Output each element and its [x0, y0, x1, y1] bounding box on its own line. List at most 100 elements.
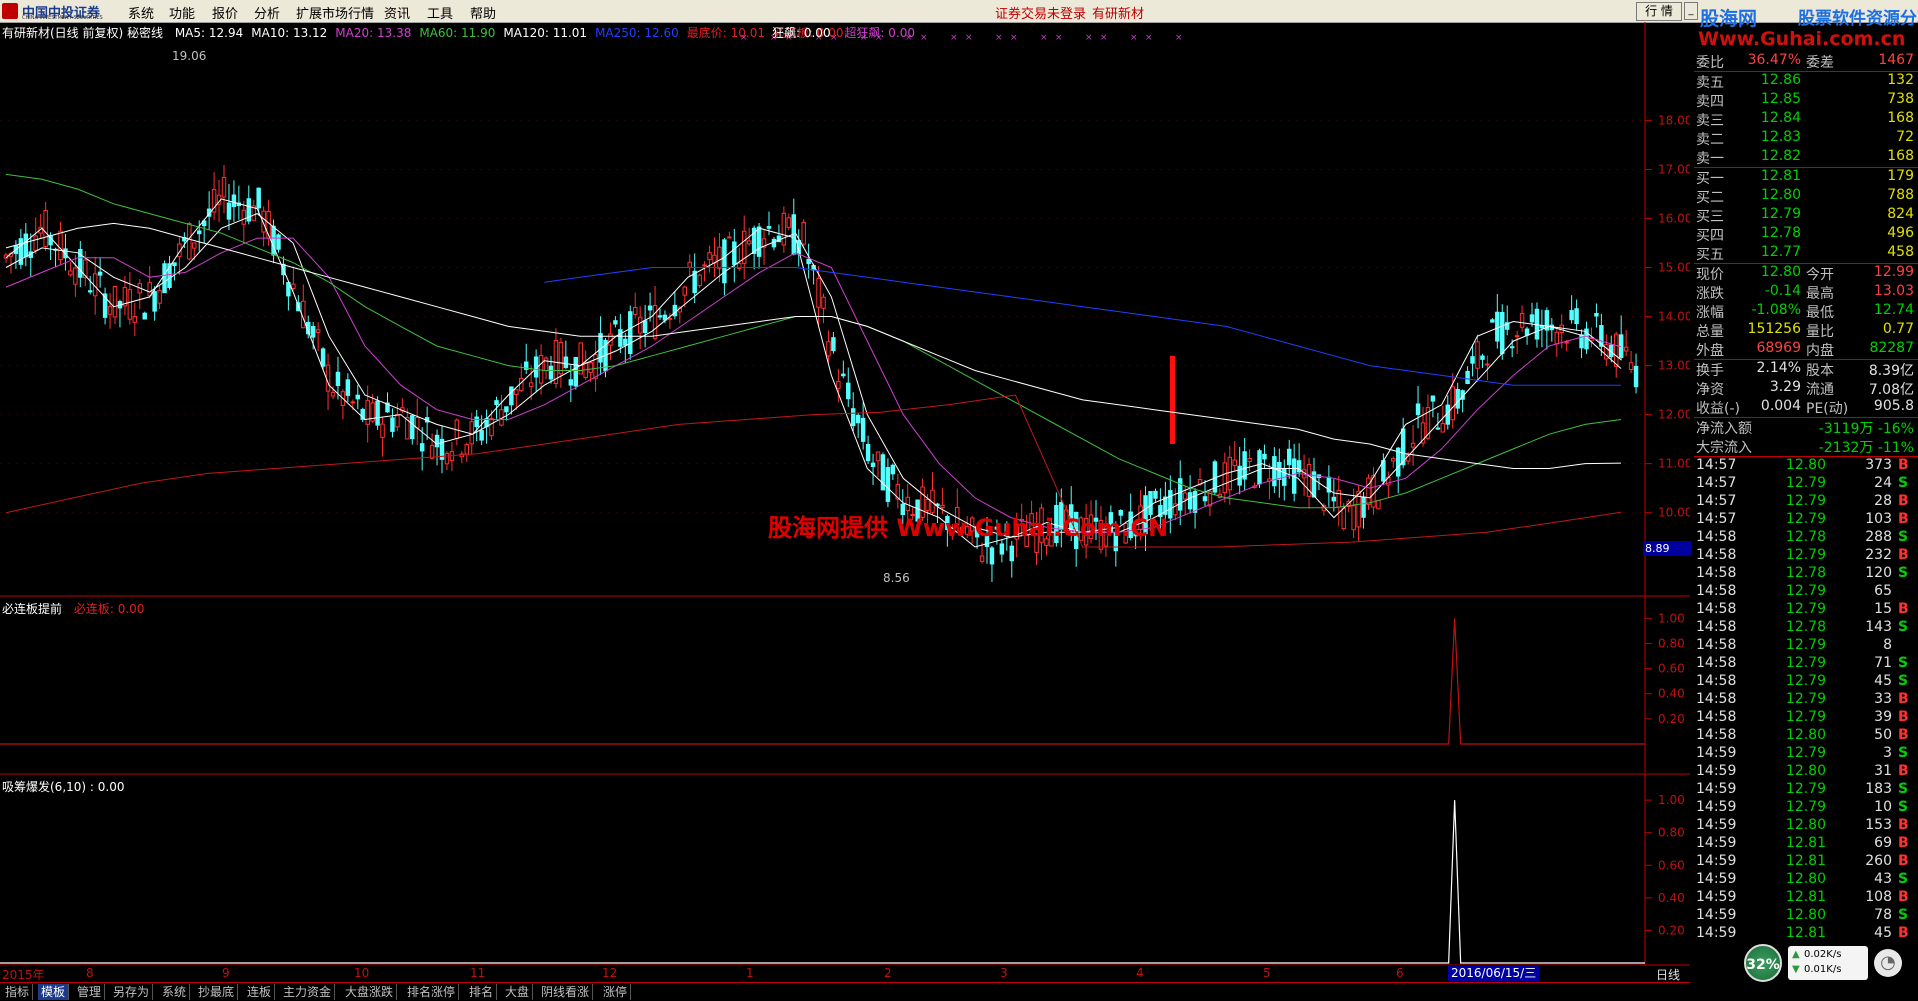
- tab-11[interactable]: 大盘: [502, 984, 534, 1000]
- trade-login-notice[interactable]: 证券交易未登录: [995, 3, 1086, 22]
- candle-body: [196, 230, 202, 235]
- menu-news[interactable]: 资讯: [384, 3, 410, 22]
- tick-row: 14:59 12.79 183 S: [1694, 781, 1918, 799]
- tick-row: 14:59 12.80 31 B: [1694, 763, 1918, 781]
- tick-row: 14:59 12.81 260 B: [1694, 853, 1918, 871]
- minimize-icon[interactable]: _: [1684, 2, 1698, 20]
- candle-body: [593, 354, 598, 379]
- candle-body: [1480, 355, 1485, 360]
- candle-body: [756, 226, 762, 257]
- candle-body: [1455, 388, 1460, 409]
- candle-body: [528, 382, 534, 388]
- menu-quote[interactable]: 报价: [212, 3, 238, 22]
- candle-body: [642, 320, 648, 334]
- fund-label-2: 股本: [1806, 363, 1834, 379]
- candle-body: [538, 354, 544, 384]
- candle-body: [157, 289, 162, 304]
- tick-row: 14:59 12.79 3 S: [1694, 745, 1918, 763]
- menu-analysis[interactable]: 分析: [254, 3, 280, 22]
- stat-value-2: 13.03: [1873, 283, 1914, 299]
- tab-13[interactable]: 涨停: [600, 984, 632, 1000]
- candle-body: [885, 467, 891, 502]
- tick-volume: 288: [1865, 529, 1892, 545]
- tab-2[interactable]: 管理: [74, 984, 106, 1000]
- tick-volume: 143: [1865, 619, 1892, 635]
- cursor-price-tag: 8.89: [1643, 541, 1691, 556]
- sub-y-tick-label: 0.60: [1658, 662, 1685, 676]
- tick-side: B: [1898, 691, 1909, 707]
- bid-label: 买二: [1696, 190, 1724, 206]
- menu-tools[interactable]: 工具: [427, 3, 453, 22]
- candle-body: [1470, 356, 1475, 364]
- tab-10[interactable]: 排名: [466, 984, 498, 1000]
- period-label[interactable]: 日线: [1656, 966, 1680, 983]
- ask-price: 12.84: [1760, 110, 1801, 126]
- x-tick-label: 2: [884, 966, 892, 980]
- candle-body: [628, 311, 633, 355]
- stat-label: 总量: [1696, 324, 1724, 340]
- x-tick-label: 6: [1396, 966, 1404, 980]
- tick-price: 12.79: [1785, 745, 1826, 761]
- tab-8[interactable]: 大盘涨跌: [342, 984, 398, 1000]
- bid-volume: 824: [1887, 206, 1914, 222]
- menu-extended-market[interactable]: 扩展市场行情: [296, 3, 374, 22]
- candle-body: [1490, 319, 1495, 323]
- ask-row[interactable]: 卖五 12.86 132: [1694, 72, 1918, 91]
- tick-row: 14:59 12.80 43 S: [1694, 871, 1918, 889]
- quote-button[interactable]: 行 情: [1636, 2, 1682, 21]
- menu-help[interactable]: 帮助: [470, 3, 496, 22]
- sub1-title: 必连板提前: [2, 602, 63, 616]
- ask-row[interactable]: 卖一 12.82 168: [1694, 148, 1918, 167]
- candle-body: [846, 382, 851, 400]
- tick-row: 14:57 12.80 373 B: [1694, 457, 1918, 475]
- menu-system[interactable]: 系统: [128, 3, 154, 22]
- tab-7[interactable]: 主力资金: [280, 984, 336, 1000]
- ma-legend: MA5: 12.94 MA10: 13.12 MA20: 13.38 MA60: 11…: [167, 26, 844, 40]
- tab-1[interactable]: 模板: [38, 984, 70, 1000]
- x-tick-label: 11: [470, 966, 486, 980]
- tab-3[interactable]: 另存为: [110, 984, 154, 1000]
- bid-row[interactable]: 买四 12.78 496: [1694, 225, 1918, 244]
- bid-row[interactable]: 买一 12.81 179: [1694, 168, 1918, 187]
- ask-row[interactable]: 卖四 12.85 738: [1694, 91, 1918, 110]
- sub-indicator-line: [0, 618, 1645, 745]
- tab-9[interactable]: 排名涨停: [404, 984, 460, 1000]
- ma-legend-item: 最底价: 10.01: [686, 26, 765, 40]
- candle-body: [162, 263, 167, 294]
- sub-y-tick-label: 1.00: [1658, 611, 1685, 625]
- menu-function[interactable]: 功能: [169, 3, 195, 22]
- candle-body: [192, 242, 197, 249]
- bid-volume: 458: [1887, 244, 1914, 260]
- candle-body: [410, 415, 415, 440]
- bid-row[interactable]: 买五 12.77 458: [1694, 244, 1918, 263]
- bid-row[interactable]: 买三 12.79 824: [1694, 206, 1918, 225]
- tab-6[interactable]: 连板: [244, 984, 276, 1000]
- sub-y-tick-label: 0.20: [1658, 923, 1685, 937]
- gauge-settings-icon[interactable]: ◔: [1874, 949, 1902, 977]
- candle-body: [667, 317, 673, 320]
- candle-body: [315, 329, 321, 333]
- tab-0[interactable]: 指标: [2, 984, 34, 1000]
- tick-volume: 45: [1874, 925, 1892, 941]
- ask-volume: 72: [1896, 129, 1914, 145]
- tab-5[interactable]: 抄最底: [195, 984, 239, 1000]
- candle-body: [464, 444, 470, 455]
- chart-area[interactable]: × × × × × × × × × × × × × × × × × × × × 1.00 0.80 0.60 0.40 0.2…: [0, 22, 1690, 982]
- candle-body: [1450, 386, 1455, 421]
- tab-4[interactable]: 系统: [159, 984, 191, 1000]
- candle-body: [494, 400, 499, 405]
- y-tick-label: 18.00: [1658, 113, 1690, 127]
- chart-canvas[interactable]: × × × × × × × × × × × × × × × × × × × × 1.000.800.600.400.2…: [0, 22, 1690, 982]
- bid-row[interactable]: 买二 12.80 788: [1694, 187, 1918, 206]
- ask-row[interactable]: 卖三 12.84 168: [1694, 110, 1918, 129]
- tick-time: 14:58: [1696, 529, 1737, 545]
- ask-volume: 168: [1887, 110, 1914, 126]
- tab-12[interactable]: 阴线看涨: [538, 984, 594, 1000]
- tick-time: 14:57: [1696, 457, 1737, 473]
- cpu-percent-gauge[interactable]: 32%: [1744, 944, 1782, 982]
- bid-label: 买五: [1696, 247, 1724, 263]
- candle-body: [1257, 450, 1262, 485]
- candle-body: [1227, 456, 1233, 491]
- ask-row[interactable]: 卖二 12.83 72: [1694, 129, 1918, 148]
- signal-marker: ×: [995, 33, 1003, 43]
